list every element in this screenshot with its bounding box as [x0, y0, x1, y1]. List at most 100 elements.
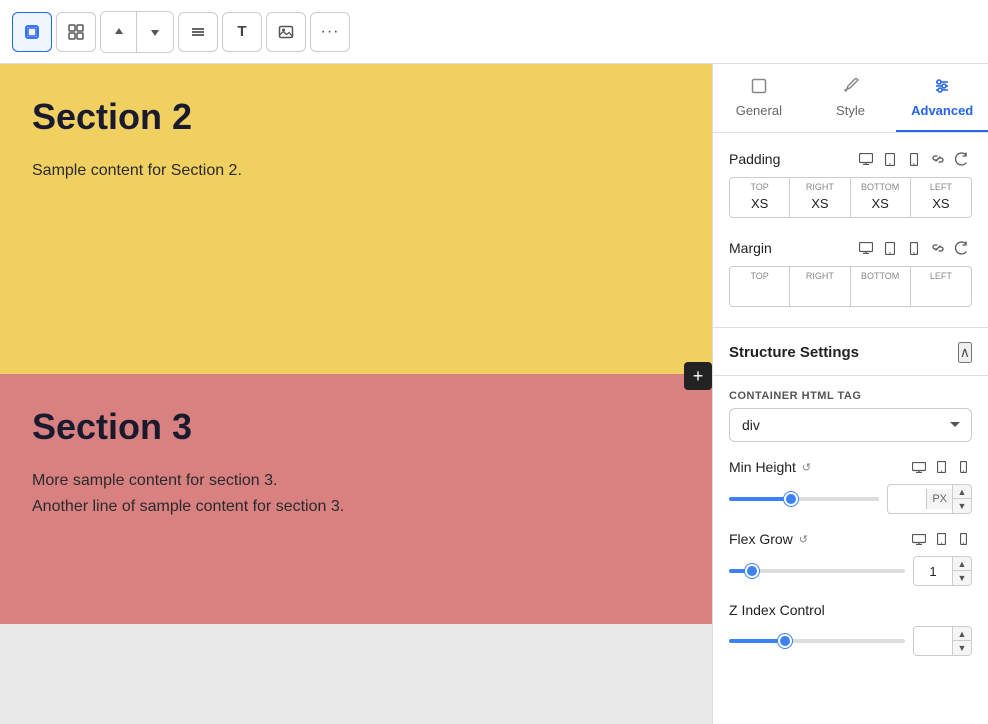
- general-tab-icon: [751, 78, 767, 99]
- min-height-row: Min Height ↺: [729, 458, 972, 476]
- margin-right-label: RIGHT: [806, 271, 834, 281]
- padding-left-cell: LEFT: [911, 178, 971, 217]
- add-section-button[interactable]: +: [684, 362, 712, 390]
- tab-general[interactable]: General: [713, 64, 805, 132]
- main-layout: Section 2 Sample content for Section 2. …: [0, 64, 988, 724]
- margin-right-cell: RIGHT: [790, 267, 850, 306]
- padding-reset-icon[interactable]: [952, 149, 972, 169]
- padding-grid: TOP RIGHT BOTTOM LEFT: [729, 177, 972, 218]
- padding-bottom-input[interactable]: [857, 194, 904, 213]
- panel-tabs: General Style Advanced: [713, 64, 988, 133]
- padding-tablet-icon[interactable]: [880, 149, 900, 169]
- section-3-block[interactable]: Section 3 More sample content for sectio…: [0, 374, 712, 624]
- container-tag-label: CONTAINER HTML TAG: [729, 390, 972, 402]
- padding-top-label: TOP: [750, 182, 768, 192]
- structure-settings-title: Structure Settings: [729, 344, 859, 361]
- section-3-title: Section 3: [32, 406, 680, 448]
- padding-mobile-icon[interactable]: [904, 149, 924, 169]
- text-icon: T: [237, 23, 246, 40]
- margin-top-input[interactable]: [736, 283, 783, 302]
- structure-settings-section: Structure Settings ∧ CONTAINER HTML TAG …: [729, 327, 972, 656]
- flex-grow-slider[interactable]: [729, 569, 905, 573]
- margin-left-input[interactable]: [917, 283, 965, 302]
- min-height-tablet-icon[interactable]: [932, 458, 950, 476]
- margin-tablet-icon[interactable]: [880, 238, 900, 258]
- margin-icons: [856, 238, 972, 258]
- frame-button[interactable]: [56, 12, 96, 52]
- advanced-tab-icon: [934, 78, 950, 99]
- panel-content: Padding: [713, 133, 988, 724]
- section-3-line2: Another line of sample content for secti…: [32, 494, 680, 520]
- padding-right-label: RIGHT: [806, 182, 834, 192]
- padding-link-icon[interactable]: [928, 149, 948, 169]
- z-index-slider[interactable]: [729, 639, 905, 643]
- move-down-button[interactable]: [137, 12, 173, 52]
- flex-grow-spinners: ▲ ▼: [952, 557, 971, 585]
- image-button[interactable]: [266, 12, 306, 52]
- section-3-line1: More sample content for section 3.: [32, 468, 680, 494]
- style-tab-icon: [843, 78, 859, 99]
- flex-grow-up-button[interactable]: ▲: [953, 557, 971, 571]
- flex-grow-down-button[interactable]: ▼: [953, 571, 971, 585]
- tab-style[interactable]: Style: [805, 64, 897, 132]
- style-tab-label: Style: [836, 103, 865, 118]
- select-button[interactable]: [12, 12, 52, 52]
- tab-advanced[interactable]: Advanced: [896, 64, 988, 132]
- margin-reset-icon[interactable]: [952, 238, 972, 258]
- z-index-row: Z Index Control: [729, 602, 972, 618]
- move-up-button[interactable]: [101, 12, 137, 52]
- container-tag-select[interactable]: div section article header footer main a…: [729, 408, 972, 442]
- canvas-area: Section 2 Sample content for Section 2. …: [0, 64, 712, 724]
- margin-bottom-input[interactable]: [857, 283, 904, 302]
- advanced-tab-label: Advanced: [911, 103, 973, 118]
- z-index-input[interactable]: [914, 629, 952, 654]
- min-height-mobile-icon[interactable]: [954, 458, 972, 476]
- padding-bottom-label: BOTTOM: [861, 182, 899, 192]
- flex-grow-input[interactable]: [914, 559, 952, 584]
- padding-bottom-cell: BOTTOM: [851, 178, 911, 217]
- z-index-slider-row: ▲ ▼: [729, 626, 972, 656]
- text-button[interactable]: T: [222, 12, 262, 52]
- min-height-slider-row: PX ▲ ▼: [729, 484, 972, 514]
- margin-desktop-icon[interactable]: [856, 238, 876, 258]
- min-height-responsive-icons: [910, 458, 972, 476]
- min-height-up-button[interactable]: ▲: [953, 485, 971, 499]
- padding-desktop-icon[interactable]: [856, 149, 876, 169]
- z-index-down-button[interactable]: ▼: [953, 641, 971, 655]
- margin-grid: TOP RIGHT BOTTOM LEFT: [729, 266, 972, 307]
- flex-grow-desktop-icon[interactable]: [910, 530, 928, 548]
- margin-right-input[interactable]: [796, 283, 843, 302]
- padding-left-label: LEFT: [930, 182, 952, 192]
- move-button-group: [100, 11, 174, 53]
- padding-header: Padding: [729, 149, 972, 169]
- section-2-text: Sample content for Section 2.: [32, 158, 680, 184]
- padding-top-input[interactable]: [736, 194, 783, 213]
- more-button[interactable]: ···: [310, 12, 350, 52]
- margin-link-icon[interactable]: [928, 238, 948, 258]
- min-height-slider[interactable]: [729, 497, 879, 501]
- margin-bottom-label: BOTTOM: [861, 271, 899, 281]
- min-height-reset-icon[interactable]: ↺: [802, 461, 811, 474]
- z-index-label: Z Index Control: [729, 602, 825, 618]
- padding-right-input[interactable]: [796, 194, 843, 213]
- z-index-up-button[interactable]: ▲: [953, 627, 971, 641]
- margin-left-label: LEFT: [930, 271, 952, 281]
- margin-left-cell: LEFT: [911, 267, 971, 306]
- min-height-input[interactable]: [888, 488, 926, 511]
- section-2-block[interactable]: Section 2 Sample content for Section 2. …: [0, 64, 712, 374]
- padding-top-cell: TOP: [730, 178, 790, 217]
- margin-mobile-icon[interactable]: [904, 238, 924, 258]
- flex-grow-tablet-icon[interactable]: [932, 530, 950, 548]
- align-button[interactable]: [178, 12, 218, 52]
- z-index-spinners: ▲ ▼: [952, 627, 971, 655]
- min-height-desktop-icon[interactable]: [910, 458, 928, 476]
- padding-right-cell: RIGHT: [790, 178, 850, 217]
- padding-left-input[interactable]: [917, 194, 965, 213]
- flex-grow-reset-icon[interactable]: ↺: [799, 533, 808, 546]
- min-height-unit: PX: [926, 489, 952, 509]
- flex-grow-slider-row: ▲ ▼: [729, 556, 972, 586]
- flex-grow-row: Flex Grow ↺: [729, 530, 972, 548]
- min-height-down-button[interactable]: ▼: [953, 499, 971, 513]
- flex-grow-mobile-icon[interactable]: [954, 530, 972, 548]
- collapse-structure-button[interactable]: ∧: [958, 342, 972, 363]
